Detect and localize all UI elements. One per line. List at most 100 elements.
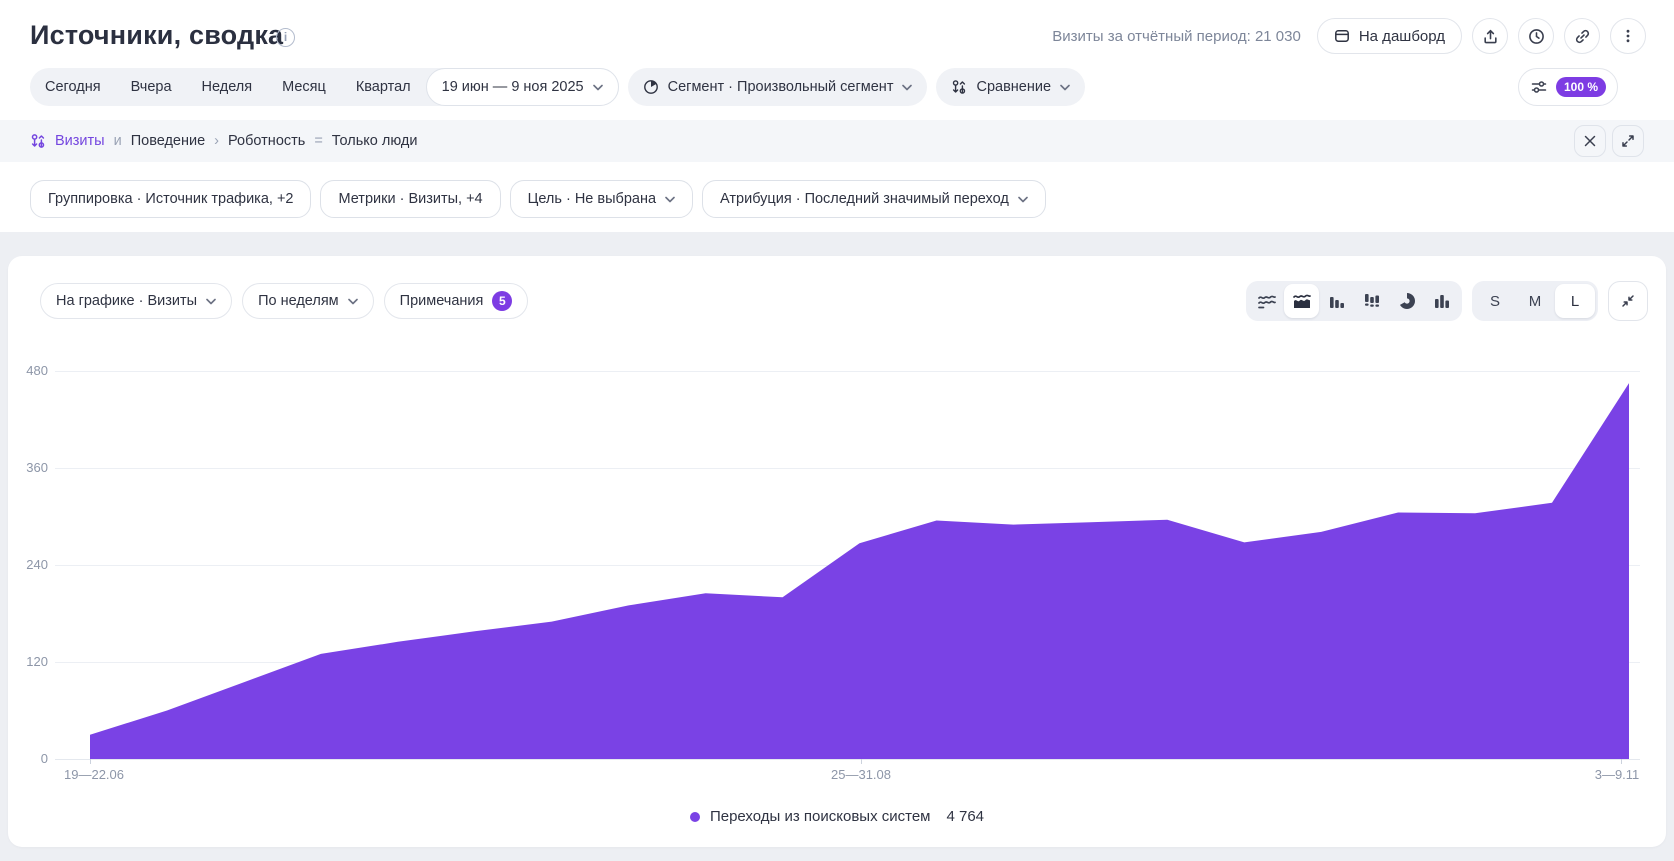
metric-visits-link[interactable]: Визиты [55, 133, 105, 149]
size-s-button[interactable]: S [1475, 284, 1515, 318]
segmentation-band-actions [1574, 125, 1644, 157]
area-series [90, 383, 1629, 759]
sampling-settings-button[interactable]: 100 % [1518, 68, 1618, 106]
gridline-0 [55, 759, 1640, 760]
copy-link-button[interactable] [1564, 18, 1600, 54]
visits-period-summary: Визиты за отчётный период: 21 030 [1052, 28, 1301, 45]
compare-icon [951, 79, 967, 95]
tab-week[interactable]: Неделя [187, 68, 268, 106]
page-title: Источники, сводка [30, 20, 283, 51]
chevron-down-icon [1018, 196, 1028, 203]
kebab-icon [1620, 28, 1636, 44]
header-row: Источники, сводка i Визиты за отчётный п… [0, 18, 1674, 58]
period-tabs-group: Сегодня Вчера Неделя Месяц Квартал 19 ию… [30, 68, 619, 106]
size-m-button[interactable]: M [1515, 284, 1555, 318]
condition-operator: = [314, 133, 322, 149]
dashboard-button-label: На дашборд [1359, 28, 1445, 45]
legend-row: Переходы из поисковых систем 4 764 [8, 808, 1666, 825]
conjunction-label: и [114, 133, 122, 149]
grouping-chip-label: Группировка · Источник трафика, +2 [48, 191, 293, 207]
legend-series-total: 4 764 [946, 808, 984, 825]
tab-yesterday[interactable]: Вчера [116, 68, 187, 106]
x-axis-tickmark [1621, 759, 1622, 764]
x-axis-tickmark [861, 759, 862, 764]
tab-month[interactable]: Месяц [267, 68, 341, 106]
x-axis-label: 3—9.11 [1595, 767, 1640, 782]
y-axis-tick: 360 [8, 460, 48, 475]
x-axis-tickmark [90, 759, 91, 764]
notes-count-badge: 5 [492, 291, 512, 311]
x-axis-label: 19—22.06 [64, 767, 124, 782]
date-range-label: 19 июн — 9 ноя 2025 [442, 79, 584, 95]
tab-quarter[interactable]: Квартал [341, 68, 426, 106]
chevron-down-icon [593, 84, 603, 91]
sampling-badge: 100 % [1556, 77, 1606, 97]
expand-button[interactable] [1612, 125, 1644, 157]
notes-label: Примечания [400, 293, 484, 309]
link-icon [1574, 28, 1591, 45]
grouping-chip[interactable]: Группировка · Источник трафика, +2 [30, 180, 311, 218]
chart-type-switcher [1246, 281, 1462, 321]
breadcrumb-separator: › [214, 133, 219, 149]
condition-attribute[interactable]: Роботность [228, 133, 305, 149]
y-axis-tick: 240 [8, 557, 48, 572]
remove-condition-button[interactable] [1574, 125, 1606, 157]
collapse-icon [1621, 294, 1635, 308]
tab-today[interactable]: Сегодня [30, 68, 116, 106]
pie-chart-type-button[interactable] [1389, 284, 1424, 318]
report-header-section: Источники, сводка i Визиты за отчётный п… [0, 0, 1674, 232]
chevron-down-icon [348, 298, 358, 305]
histogram-chart-type-button[interactable] [1424, 284, 1459, 318]
area-chart-plot[interactable] [55, 371, 1640, 759]
attribution-chip[interactable]: Атрибуция · Последний значимый переход [702, 180, 1046, 218]
size-l-button[interactable]: L [1555, 284, 1595, 318]
dashboard-icon [1334, 28, 1350, 44]
stacked-bar-chart-type-button[interactable] [1354, 284, 1389, 318]
granularity-selector[interactable]: По неделям [242, 283, 374, 319]
segmentation-band: Визиты и Поведение › Роботность = Только… [0, 120, 1674, 162]
info-icon[interactable]: i [276, 28, 295, 47]
chevron-down-icon [206, 298, 216, 305]
chart-controls-right: S M L [1246, 281, 1648, 321]
history-button[interactable] [1518, 18, 1554, 54]
report-settings-chips: Группировка · Источник трафика, +2 Метри… [30, 180, 1046, 218]
condition-value[interactable]: Только люди [332, 133, 418, 149]
goal-chip-label: Цель · Не выбрана [528, 191, 656, 207]
y-axis-tick: 0 [8, 751, 48, 766]
more-menu-button[interactable] [1610, 18, 1646, 54]
x-axis-label: 25—31.08 [831, 767, 891, 782]
sliders-icon [1530, 78, 1548, 96]
date-range-selector[interactable]: 19 июн — 9 ноя 2025 [426, 68, 619, 106]
segment-label: Сегмент · Произвольный сегмент [668, 79, 894, 95]
legend-dot [690, 812, 700, 822]
goal-chip[interactable]: Цель · Не выбрана [510, 180, 693, 218]
notes-toggle[interactable]: Примечания 5 [384, 283, 529, 319]
condition-group[interactable]: Поведение [131, 133, 205, 149]
on-chart-metric-label: На графике · Визиты [56, 293, 197, 309]
bar-chart-type-button[interactable] [1319, 284, 1354, 318]
y-axis-tick: 120 [8, 654, 48, 669]
add-to-dashboard-button[interactable]: На дашборд [1317, 18, 1462, 54]
chevron-down-icon [1060, 84, 1070, 91]
period-toolbar: Сегодня Вчера Неделя Месяц Квартал 19 ию… [30, 68, 1646, 106]
comparison-selector[interactable]: Сравнение [936, 68, 1085, 106]
on-chart-metric-selector[interactable]: На графике · Визиты [40, 283, 232, 319]
pie-segment-icon [643, 79, 659, 95]
export-button[interactable] [1472, 18, 1508, 54]
clock-icon [1528, 28, 1545, 45]
metrics-chip[interactable]: Метрики · Визиты, +4 [320, 180, 500, 218]
area-chart-type-button[interactable] [1284, 284, 1319, 318]
close-icon [1583, 134, 1597, 148]
collapse-chart-button[interactable] [1608, 281, 1648, 321]
legend-item-search-traffic[interactable]: Переходы из поисковых систем 4 764 [690, 808, 984, 825]
chevron-down-icon [902, 84, 912, 91]
line-chart-type-button[interactable] [1249, 284, 1284, 318]
chevron-down-icon [665, 196, 675, 203]
chart-controls-row: На графике · Визиты По неделям Примечани… [40, 281, 1648, 321]
segment-selector[interactable]: Сегмент · Произвольный сегмент [628, 68, 928, 106]
chart-card: На графике · Визиты По неделям Примечани… [8, 256, 1666, 847]
export-icon [1482, 28, 1499, 45]
metrics-chip-label: Метрики · Визиты, +4 [338, 191, 482, 207]
chart-size-switcher: S M L [1472, 281, 1598, 321]
y-axis-tick: 480 [8, 363, 48, 378]
